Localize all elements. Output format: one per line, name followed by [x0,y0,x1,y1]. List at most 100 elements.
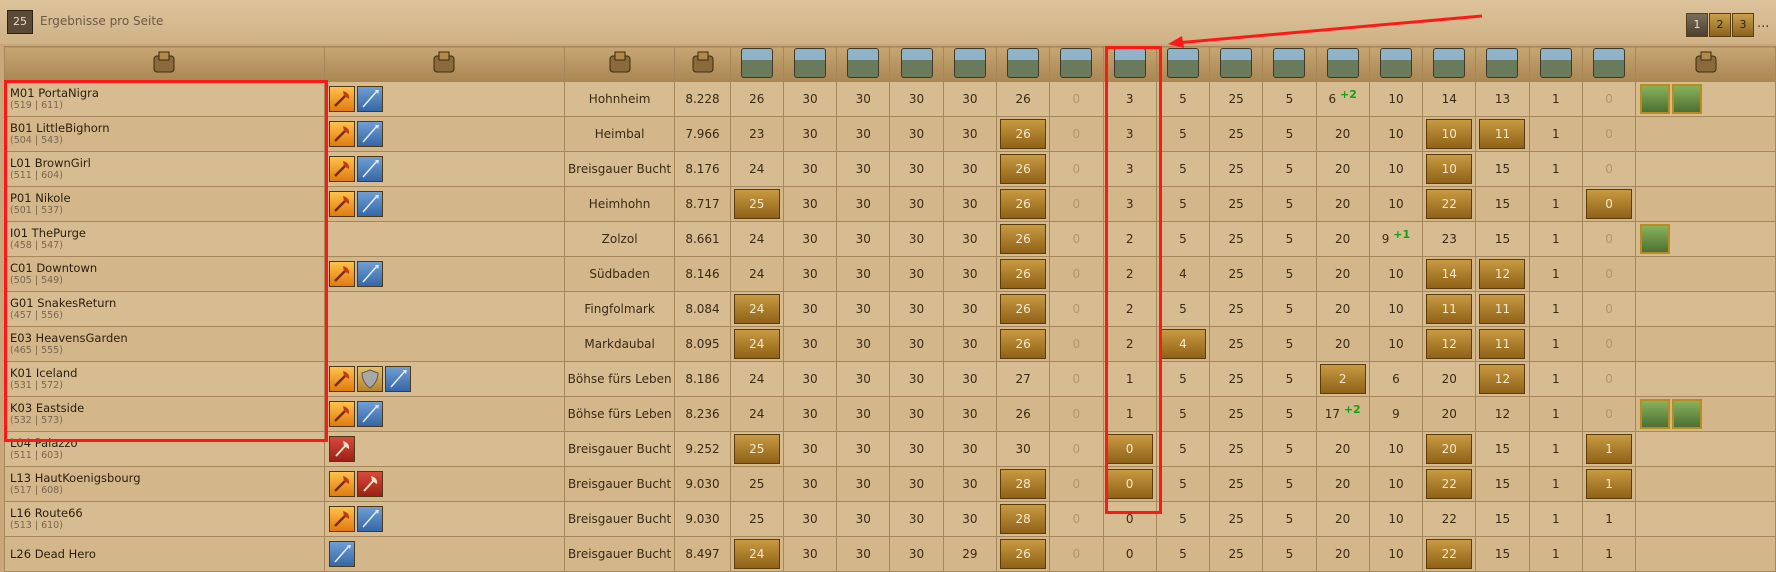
market-icon[interactable] [1640,84,1671,114]
table-row[interactable]: K01 Iceland (531 | 572) Böhse fürs Leben 8.… [4,361,1776,397]
spear-icon[interactable] [384,366,411,392]
table-row[interactable]: L01 BrownGirl (511 | 604) Breisgauer Bucht… [4,151,1776,187]
table-row[interactable]: G01 SnakesReturn (457 | 556) Fingfolmark 8.… [4,291,1776,327]
village-name[interactable]: M01 PortaNigra [10,86,324,100]
column-header-17[interactable] [1422,46,1477,82]
building-level-value[interactable]: 0 [1106,469,1153,499]
market-icon[interactable] [1640,399,1671,429]
redaxe-icon[interactable] [356,471,383,497]
building-level-value[interactable]: 0 [1106,434,1153,464]
building-level-value[interactable]: 26 [1000,224,1047,254]
axe-icon[interactable] [328,261,355,287]
table-row[interactable]: P01 Nikole (501 | 537) Heimhohn 8.717 25 30 30… [4,186,1776,222]
building-level-value[interactable]: 26 [1000,294,1047,324]
column-header-9[interactable] [995,46,1051,82]
column-header-13[interactable] [1209,46,1264,82]
building-level-value[interactable]: 26 [1000,189,1047,219]
page-button-2[interactable]: 2 [1709,13,1731,37]
spear-icon[interactable] [356,121,383,147]
village-name[interactable]: L13 HautKoenigsbourg [10,471,324,485]
shield-icon[interactable] [356,366,383,392]
building-level-value[interactable]: 2 [1319,364,1366,394]
building-level-value[interactable]: 12 [1479,259,1526,289]
column-header-19[interactable] [1528,46,1583,82]
village-name[interactable]: K03 Eastside [10,401,324,415]
building-level-value[interactable]: 28 [1000,504,1047,534]
table-row[interactable]: L04 Palazzo (511 | 603) Breisgauer Bucht 9.… [4,431,1776,467]
spear-icon[interactable] [356,86,383,112]
column-header-5[interactable] [782,46,838,82]
village-cell[interactable]: C01 Downtown (505 | 549) [4,256,325,292]
column-header-18[interactable] [1475,46,1530,82]
axe-icon[interactable] [328,506,355,532]
column-header-20[interactable] [1581,46,1637,82]
village-name[interactable]: L26 Dead Hero [10,547,324,561]
village-name[interactable]: E03 HeavensGarden [10,331,324,345]
table-row[interactable]: L26 Dead Hero Breisgauer Bucht 8.497 24 30 30… [4,536,1776,572]
village-cell[interactable]: L16 Route66 (513 | 610) [4,501,325,537]
building-level-value[interactable]: 20 [1426,434,1473,464]
village-name[interactable]: L16 Route66 [10,506,324,520]
village-cell[interactable]: L26 Dead Hero [4,536,325,572]
spear-icon[interactable] [356,156,383,182]
table-row[interactable]: L13 HautKoenigsbourg (517 | 608) Breisgaue… [4,466,1776,502]
building-level-value[interactable]: 22 [1426,469,1473,499]
building-level-value[interactable]: 11 [1479,294,1526,324]
building-level-value[interactable]: 0 [1586,189,1633,219]
village-cell[interactable]: B01 LittleBighorn (504 | 543) [4,116,325,152]
spear-icon[interactable] [328,541,355,567]
building-level-value[interactable]: 22 [1426,539,1473,569]
spear-icon[interactable] [356,261,383,287]
redaxe-icon[interactable] [328,436,355,462]
village-cell[interactable]: M01 PortaNigra (519 | 611) [4,81,325,117]
building-level-value[interactable]: 10 [1426,119,1473,149]
axe-icon[interactable] [328,121,355,147]
axe-icon[interactable] [328,401,355,427]
column-header-10[interactable] [1049,46,1104,82]
village-cell[interactable]: G01 SnakesReturn (457 | 556) [4,291,325,327]
building-level-value[interactable]: 26 [1000,119,1047,149]
axe-icon[interactable] [328,156,355,182]
column-header-3[interactable] [674,46,731,82]
axe-icon[interactable] [328,191,355,217]
village-name[interactable]: C01 Downtown [10,261,324,275]
building-level-value[interactable]: 24 [733,294,780,324]
building-level-value[interactable]: 11 [1479,119,1526,149]
pager-more[interactable]: ... [1757,16,1769,31]
village-name[interactable]: K01 Iceland [10,366,324,380]
table-row[interactable]: I01 ThePurge (458 | 547) Zolzol 8.661 24 30 30… [4,221,1776,257]
column-header-11[interactable] [1102,46,1157,82]
village-name[interactable]: B01 LittleBighorn [10,121,324,135]
building-level-value[interactable]: 26 [1000,154,1047,184]
market-icon[interactable] [1672,84,1703,114]
building-level-value[interactable]: 1 [1586,469,1633,499]
village-cell[interactable]: E03 HeavensGarden (465 | 555) [4,326,325,362]
building-level-value[interactable]: 25 [733,189,780,219]
village-name[interactable]: G01 SnakesReturn [10,296,324,310]
building-level-value[interactable]: 4 [1159,329,1206,359]
axe-icon[interactable] [328,471,355,497]
results-per-page-select[interactable]: 25 [7,10,33,34]
column-header-16[interactable] [1368,46,1424,82]
building-level-value[interactable]: 26 [1000,539,1047,569]
column-header-0[interactable] [4,46,325,82]
column-header-4[interactable] [729,46,784,82]
spear-icon[interactable] [356,191,383,217]
building-level-value[interactable]: 22 [1426,189,1473,219]
building-level-value[interactable]: 11 [1426,294,1473,324]
column-header-12[interactable] [1155,46,1211,82]
building-level-value[interactable]: 1 [1586,434,1633,464]
village-cell[interactable]: K03 Eastside (532 | 573) [4,396,325,432]
village-cell[interactable]: L13 HautKoenigsbourg (517 | 608) [4,466,325,502]
table-row[interactable]: L16 Route66 (513 | 610) Breisgauer Bucht 9.… [4,501,1776,537]
building-level-value[interactable]: 14 [1426,259,1473,289]
village-name[interactable]: L04 Palazzo [10,436,324,450]
village-cell[interactable]: I01 ThePurge (458 | 547) [4,221,325,257]
building-level-value[interactable]: 28 [1000,469,1047,499]
village-cell[interactable]: K01 Iceland (531 | 572) [4,361,325,397]
column-header-2[interactable] [563,46,676,82]
village-name[interactable]: P01 Nikole [10,191,324,205]
village-name[interactable]: L01 BrownGirl [10,156,324,170]
village-cell[interactable]: L01 BrownGirl (511 | 604) [4,151,325,187]
spear-icon[interactable] [356,506,383,532]
